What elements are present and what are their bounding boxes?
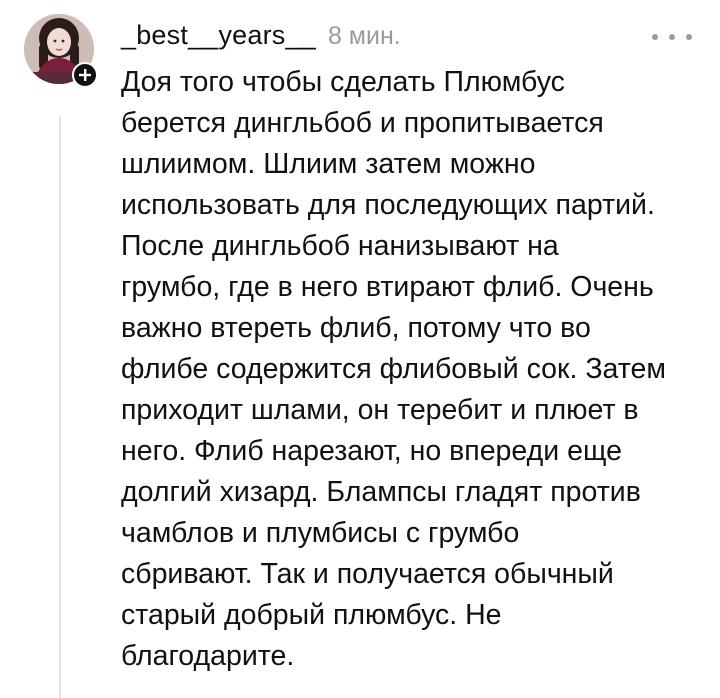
more-options-button[interactable] — [652, 26, 692, 48]
follow-plus-button[interactable] — [72, 62, 98, 88]
more-dots-icon — [669, 34, 675, 40]
plus-icon — [79, 69, 91, 81]
thread-line — [59, 116, 61, 698]
more-dots-icon — [686, 34, 692, 40]
username-link[interactable]: _best__years__ — [121, 20, 316, 51]
comment-body: Доя того чтобы сделать Плюмбус берется д… — [121, 66, 666, 672]
comment-header: _best__years__ 8 мин. — [121, 20, 401, 56]
timestamp: 8 мин. — [327, 22, 401, 50]
more-dots-icon — [652, 34, 658, 40]
author-avatar-block — [24, 14, 98, 88]
